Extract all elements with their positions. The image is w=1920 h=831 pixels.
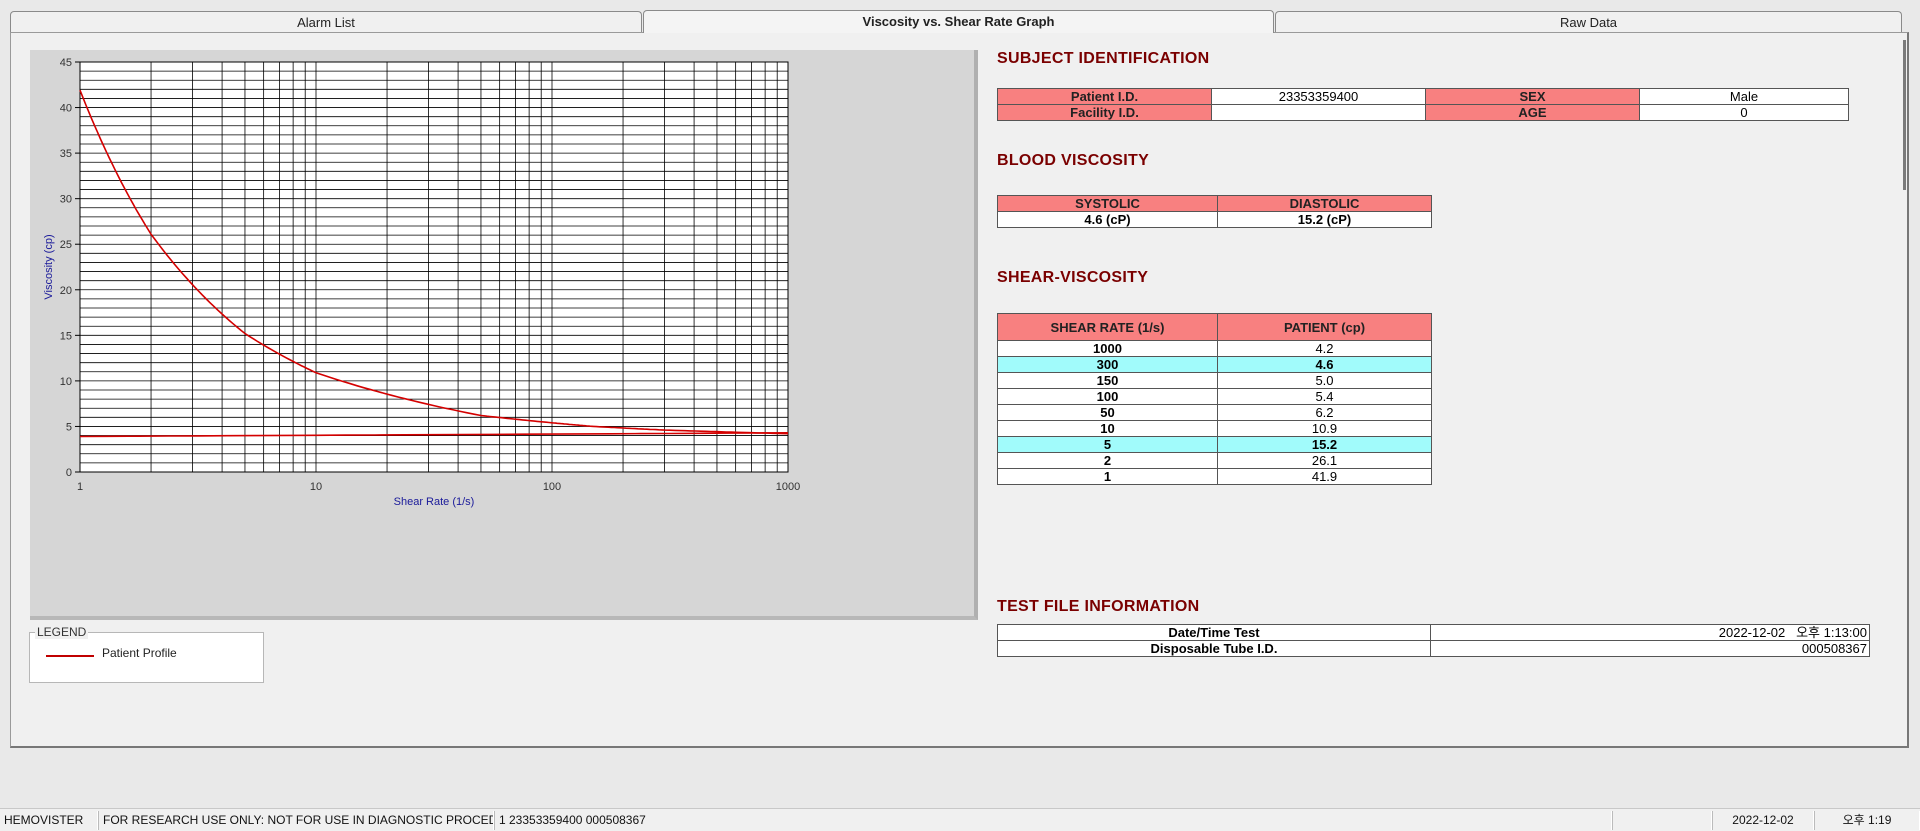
status-bar: HEMOVISTER FOR RESEARCH USE ONLY: NOT FO… [0,808,1920,831]
x-tick-label: 1 [77,481,83,493]
status-date: 2022-12-02 [1712,811,1814,830]
y-tick-label: 20 [60,285,72,297]
shear-viscosity-table: SHEAR RATE (1/s) PATIENT (cp) 1000 4.2 30… [997,313,1432,485]
sex-value: Male [1639,88,1849,105]
y-tick-label: 35 [60,148,72,160]
chart-svg: 0 5 10 15 20 25 30 35 40 45 1 10 100 1000 Shear Rate (… [43,57,800,508]
table-row: 50 6.2 [997,404,1432,421]
x-tick-label: 100 [543,481,561,493]
vertical-scrollbar[interactable] [1903,40,1906,190]
shear-rate-cell: 10 [997,420,1218,437]
legend: LEGEND Patient Profile [29,625,264,683]
shear-rate-header: SHEAR RATE (1/s) [997,313,1218,341]
subject-table: Patient I.D. 23353359400 SEX Male Facili… [997,88,1849,121]
table-row-highlighted: 300 4.6 [997,356,1432,373]
y-tick-label: 0 [66,467,72,479]
blood-viscosity-title: BLOOD VISCOSITY [997,152,1150,169]
shear-rate-cell: 1 [997,468,1218,485]
patient-cp-cell: 15.2 [1217,436,1432,453]
patient-cp-cell: 5.0 [1217,372,1432,389]
plot-area [79,61,789,473]
patient-cp-cell: 26.1 [1217,452,1432,469]
tube-id-label: Disposable Tube I.D. [997,640,1431,657]
shear-rate-cell: 100 [997,388,1218,405]
legend-line-swatch [46,655,94,657]
table-row: 1 41.9 [997,468,1432,485]
table-row: 1000 4.2 [997,340,1432,357]
shear-rate-cell: 50 [997,404,1218,421]
y-tick-label: 40 [60,103,72,115]
tab-bar: Alarm List Viscosity vs. Shear Rate Grap… [10,10,1902,33]
datetime-label: Date/Time Test [997,624,1431,641]
patient-cp-cell: 6.2 [1217,404,1432,421]
table-row: 10 10.9 [997,420,1432,437]
shear-rate-cell: 150 [997,372,1218,389]
age-label: AGE [1425,104,1640,121]
systolic-value: 4.6 (cP) [997,211,1218,228]
systolic-label: SYSTOLIC [997,195,1218,212]
x-tick-label: 1000 [776,481,800,493]
subject-title: SUBJECT IDENTIFICATION [997,50,1210,67]
y-tick-label: 15 [60,330,72,342]
y-axis-label: Viscosity (cp) [43,234,55,299]
table-row: 150 5.0 [997,372,1432,389]
facility-id-value [1211,104,1426,121]
sex-label: SEX [1425,88,1640,105]
status-time: 오후 1:19 [1814,811,1920,830]
status-app-name: HEMOVISTER [0,811,98,830]
facility-id-label: Facility I.D. [997,104,1212,121]
tube-id-value: 000508367 [1430,640,1870,657]
diastolic-label: DIASTOLIC [1217,195,1432,212]
tab-viscosity-graph[interactable]: Viscosity vs. Shear Rate Graph [643,10,1274,33]
status-info: 1 23353359400 000508367 [494,811,1612,830]
viscosity-chart: 0 5 10 15 20 25 30 35 40 45 1 10 100 1000 Shear Rate (… [30,50,978,620]
shear-rate-cell: 300 [997,356,1218,373]
tab-alarm-list[interactable]: Alarm List [10,11,642,32]
patient-cp-cell: 41.9 [1217,468,1432,485]
legend-series-label: Patient Profile [102,646,177,660]
shear-rate-cell: 2 [997,452,1218,469]
legend-title: LEGEND [35,625,89,639]
patient-cp-cell: 4.2 [1217,340,1432,357]
y-tick-label: 25 [60,239,72,251]
y-tick-label: 30 [60,194,72,206]
patient-id-value: 23353359400 [1211,88,1426,105]
age-value: 0 [1639,104,1849,121]
tab-raw-data[interactable]: Raw Data [1275,11,1902,32]
datetime-value: 2022-12-02 오후 1:13:00 [1430,624,1870,641]
patient-id-label: Patient I.D. [997,88,1212,105]
test-file-table: Date/Time Test 2022-12-02 오후 1:13:00 Dis… [997,624,1870,657]
shear-viscosity-title: SHEAR-VISCOSITY [997,269,1149,286]
table-row: 2 26.1 [997,452,1432,469]
shear-rate-cell: 5 [997,436,1218,453]
y-tick-label: 10 [60,376,72,388]
status-notice: FOR RESEARCH USE ONLY: NOT FOR USE IN DI… [98,811,494,830]
test-file-title: TEST FILE INFORMATION [997,598,1200,615]
patient-cp-cell: 4.6 [1217,356,1432,373]
shear-rate-cell: 1000 [997,340,1218,357]
patient-cp-header: PATIENT (cp) [1217,313,1432,341]
patient-cp-cell: 10.9 [1217,420,1432,437]
table-row-highlighted: 5 15.2 [997,436,1432,453]
patient-cp-cell: 5.4 [1217,388,1432,405]
y-tick-label: 5 [66,421,72,433]
diastolic-value: 15.2 (cP) [1217,211,1432,228]
blood-viscosity-table: SYSTOLIC DIASTOLIC 4.6 (cP) 15.2 (cP) [997,195,1432,228]
status-empty [1612,811,1712,830]
x-axis-label: Shear Rate (1/s) [394,496,475,508]
x-tick-label: 10 [310,481,322,493]
y-tick-label: 45 [60,57,72,69]
table-row: 100 5.4 [997,388,1432,405]
